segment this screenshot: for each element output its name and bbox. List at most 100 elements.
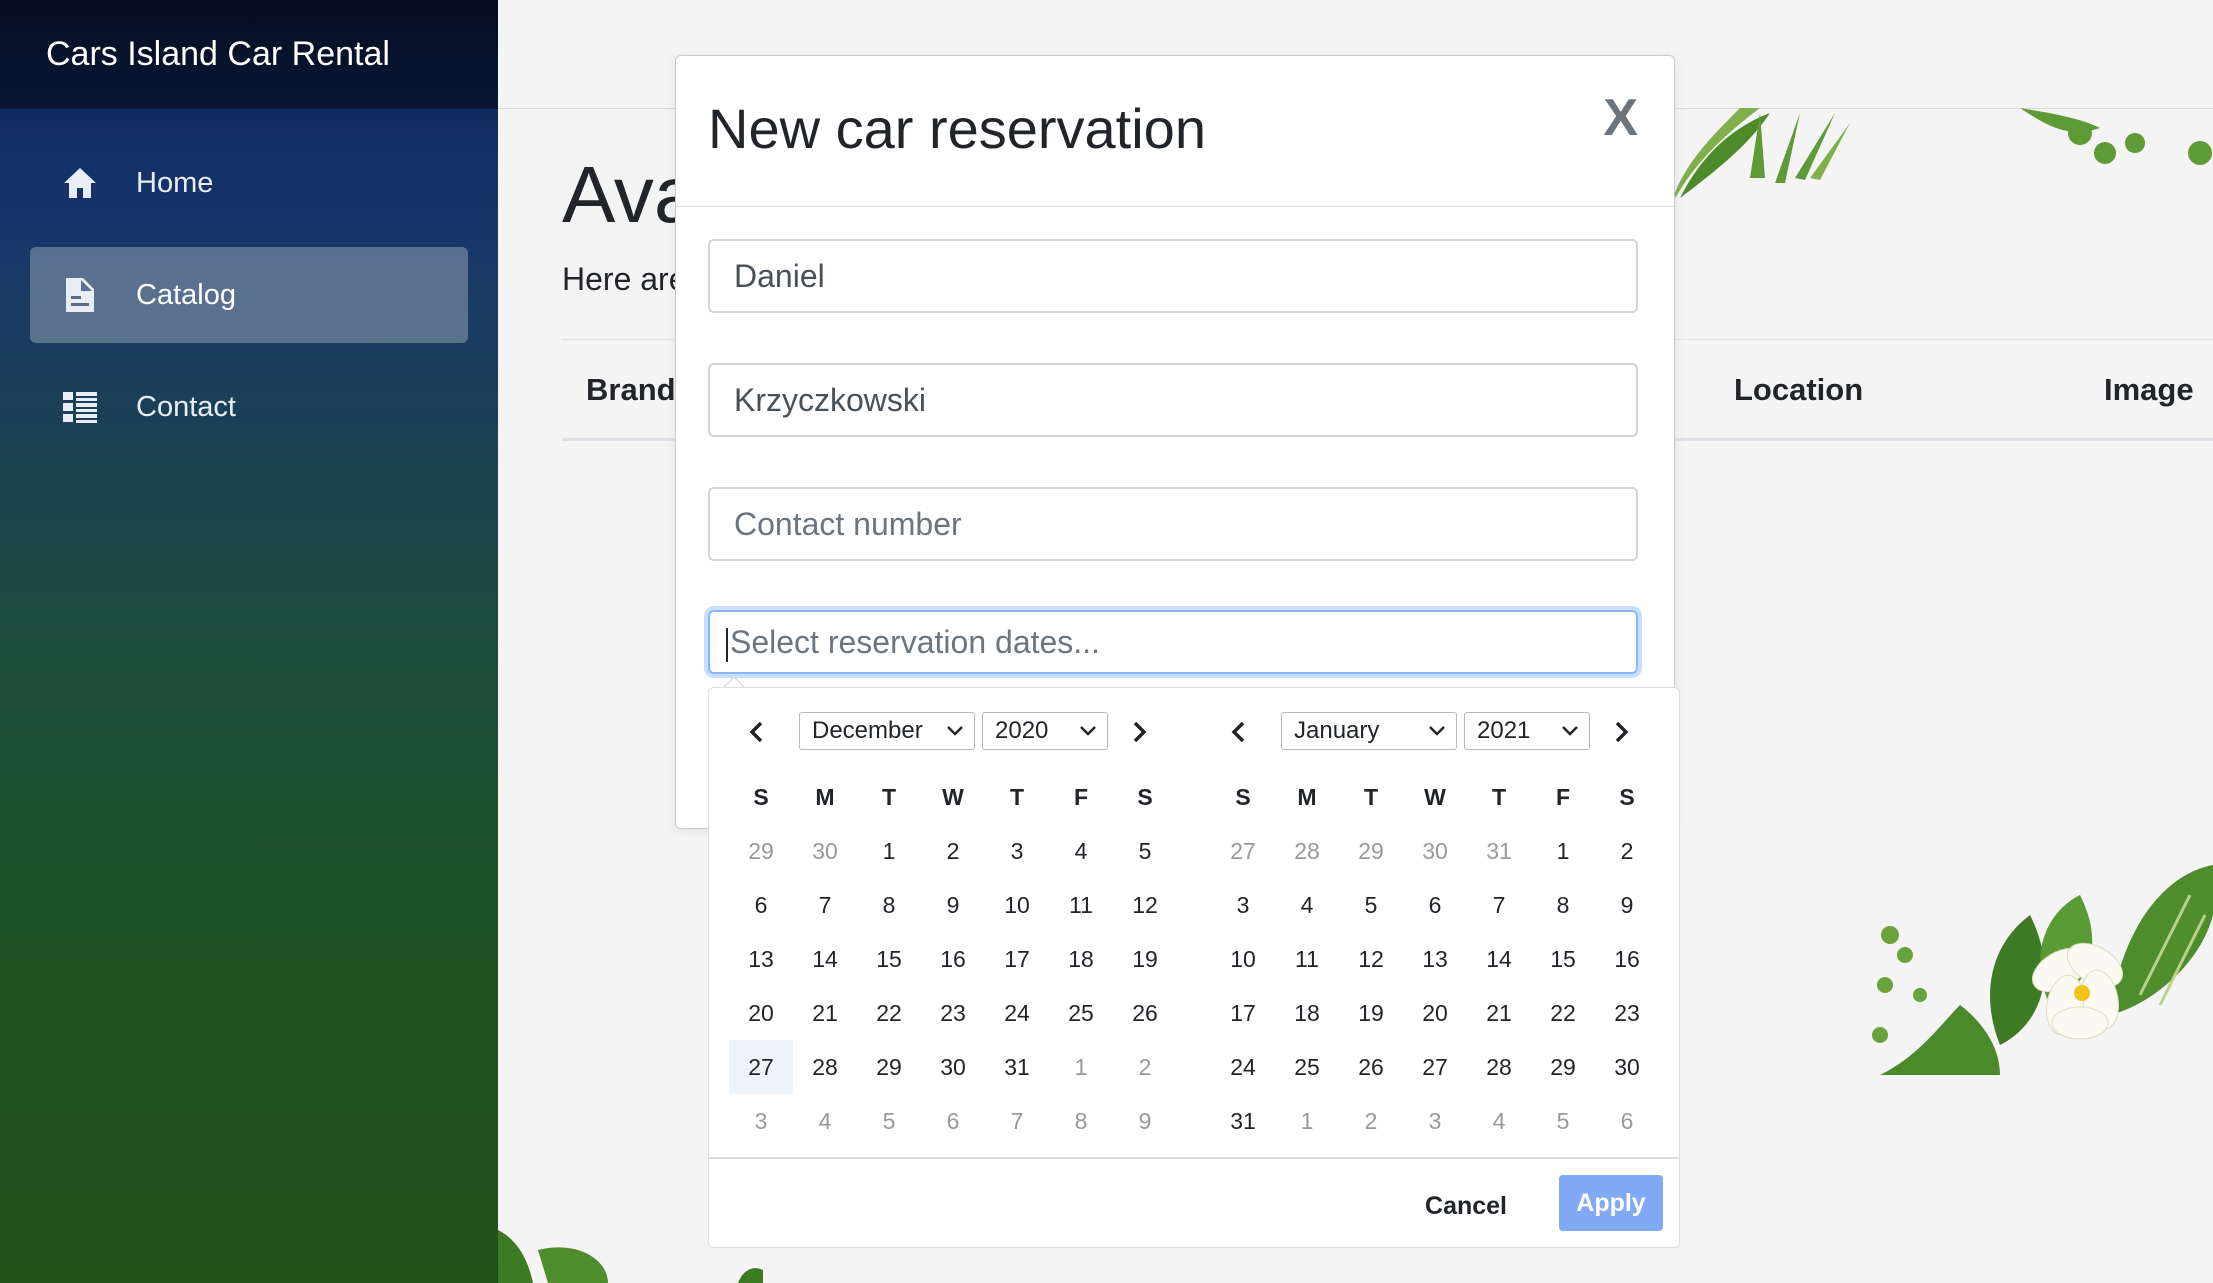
calendar-day[interactable]: 16 [1595,932,1659,986]
calendar-day[interactable]: 29 [857,1040,921,1094]
calendar-day[interactable]: 28 [1275,824,1339,878]
calendar-day[interactable]: 4 [1049,824,1113,878]
contact-number-field[interactable]: Contact number [708,487,1638,561]
calendar-day[interactable]: 12 [1113,878,1177,932]
calendar-day[interactable]: 2 [1113,1040,1177,1094]
calendar-day[interactable]: 1 [1049,1040,1113,1094]
calendar-day[interactable]: 30 [1403,824,1467,878]
calendar-day[interactable]: 3 [985,824,1049,878]
calendar-day[interactable]: 11 [1049,878,1113,932]
cancel-button[interactable]: Cancel [1415,1179,1517,1233]
calendar-day[interactable]: 10 [1211,932,1275,986]
calendar-day[interactable]: 25 [1275,1040,1339,1094]
calendar-day[interactable]: 25 [1049,986,1113,1040]
calendar-day[interactable]: 8 [857,878,921,932]
calendar-day[interactable]: 23 [1595,986,1659,1040]
sidebar-item-home[interactable]: Home [30,135,468,231]
calendar-day[interactable]: 14 [793,932,857,986]
app-title[interactable]: Cars Island Car Rental [0,0,498,109]
calendar-day[interactable]: 7 [793,878,857,932]
calendar-day[interactable]: 3 [1403,1094,1467,1148]
calendar-day[interactable]: 23 [921,986,985,1040]
calendar-day[interactable]: 30 [921,1040,985,1094]
month-select[interactable]: January [1281,712,1457,750]
calendar-day[interactable]: 1 [1531,824,1595,878]
calendar-day[interactable]: 6 [921,1094,985,1148]
sidebar-item-contact[interactable]: Contact [30,359,468,455]
calendar-day[interactable]: 15 [857,932,921,986]
calendar-day[interactable]: 3 [1211,878,1275,932]
calendar-day[interactable]: 18 [1275,986,1339,1040]
calendar-day[interactable]: 31 [1467,824,1531,878]
calendar-day[interactable]: 3 [729,1094,793,1148]
calendar-day[interactable]: 8 [1531,878,1595,932]
calendar-day[interactable]: 5 [1339,878,1403,932]
calendar-day[interactable]: 13 [1403,932,1467,986]
calendar-day[interactable]: 30 [1595,1040,1659,1094]
calendar-day[interactable]: 9 [921,878,985,932]
calendar-day[interactable]: 17 [985,932,1049,986]
close-icon[interactable]: X [1603,88,1638,148]
previous-month-icon[interactable] [737,712,777,752]
calendar-day[interactable]: 6 [1595,1094,1659,1148]
calendar-day[interactable]: 2 [1339,1094,1403,1148]
calendar-day[interactable]: 4 [1275,878,1339,932]
calendar-day[interactable]: 1 [857,824,921,878]
calendar-day[interactable]: 7 [1467,878,1531,932]
calendar-day[interactable]: 13 [729,932,793,986]
sidebar-item-catalog[interactable]: Catalog [30,247,468,343]
calendar-day[interactable]: 2 [921,824,985,878]
calendar-day[interactable]: 4 [1467,1094,1531,1148]
calendar-day[interactable]: 6 [729,878,793,932]
calendar-day[interactable]: 16 [921,932,985,986]
calendar-day[interactable]: 20 [1403,986,1467,1040]
calendar-day[interactable]: 5 [1531,1094,1595,1148]
calendar-day[interactable]: 27 [1403,1040,1467,1094]
calendar-day[interactable]: 4 [793,1094,857,1148]
calendar-day[interactable]: 31 [1211,1094,1275,1148]
calendar-day[interactable]: 24 [985,986,1049,1040]
calendar-day[interactable]: 6 [1403,878,1467,932]
calendar-day[interactable]: 19 [1113,932,1177,986]
calendar-day[interactable]: 29 [729,824,793,878]
calendar-day[interactable]: 18 [1049,932,1113,986]
previous-month-icon[interactable] [1219,712,1259,752]
year-select[interactable]: 2021 [1464,712,1590,750]
calendar-day[interactable]: 28 [1467,1040,1531,1094]
apply-button[interactable]: Apply [1559,1175,1663,1231]
calendar-day[interactable]: 19 [1339,986,1403,1040]
calendar-day[interactable]: 29 [1339,824,1403,878]
calendar-day[interactable]: 2 [1595,824,1659,878]
calendar-day[interactable]: 31 [985,1040,1049,1094]
calendar-day[interactable]: 29 [1531,1040,1595,1094]
calendar-day[interactable]: 5 [1113,824,1177,878]
calendar-day[interactable]: 7 [985,1094,1049,1148]
calendar-day[interactable]: 5 [857,1094,921,1148]
calendar-day[interactable]: 26 [1113,986,1177,1040]
next-month-icon[interactable] [1601,712,1641,752]
calendar-day-today[interactable]: 27 [729,1040,793,1094]
calendar-day[interactable]: 30 [793,824,857,878]
year-select[interactable]: 2020 [982,712,1108,750]
calendar-day[interactable]: 17 [1211,986,1275,1040]
calendar-day[interactable]: 27 [1211,824,1275,878]
calendar-day[interactable]: 26 [1339,1040,1403,1094]
calendar-day[interactable]: 20 [729,986,793,1040]
calendar-day[interactable]: 9 [1595,878,1659,932]
last-name-field[interactable]: Krzyczkowski [708,363,1638,437]
calendar-day[interactable]: 22 [1531,986,1595,1040]
calendar-day[interactable]: 21 [1467,986,1531,1040]
calendar-day[interactable]: 28 [793,1040,857,1094]
calendar-day[interactable]: 21 [793,986,857,1040]
first-name-field[interactable]: Daniel [708,239,1638,313]
calendar-day[interactable]: 1 [1275,1094,1339,1148]
calendar-day[interactable]: 8 [1049,1094,1113,1148]
next-month-icon[interactable] [1119,712,1159,752]
calendar-day[interactable]: 9 [1113,1094,1177,1148]
calendar-day[interactable]: 11 [1275,932,1339,986]
calendar-day[interactable]: 22 [857,986,921,1040]
calendar-day[interactable]: 14 [1467,932,1531,986]
calendar-day[interactable]: 10 [985,878,1049,932]
calendar-day[interactable]: 24 [1211,1040,1275,1094]
month-select[interactable]: December [799,712,975,750]
